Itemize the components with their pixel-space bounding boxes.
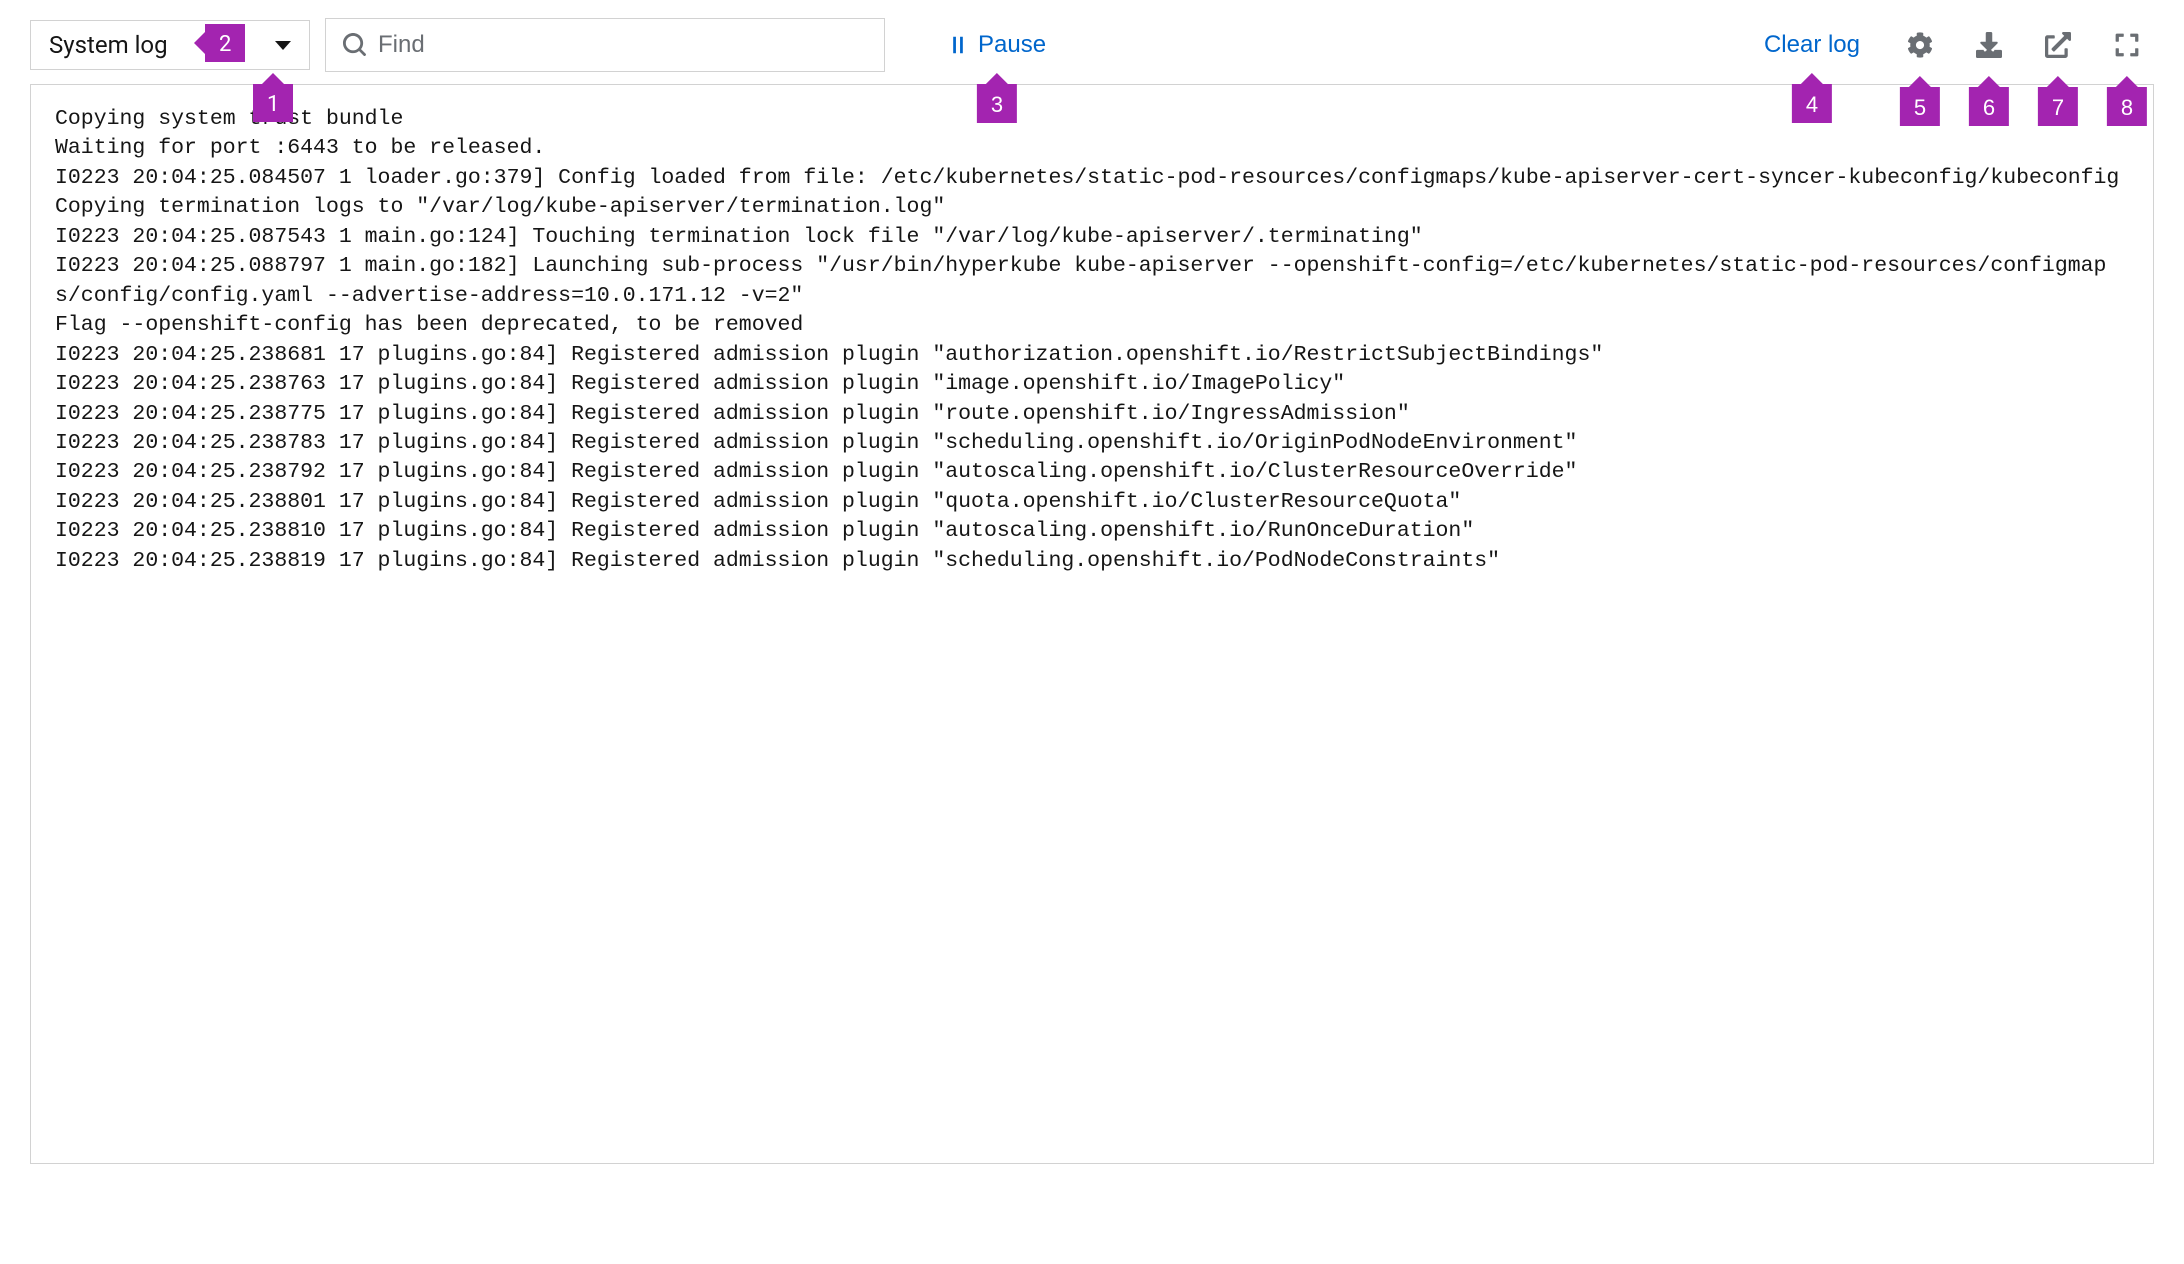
search-icon [342,33,366,57]
fullscreen-button[interactable]: 8 [2100,24,2154,66]
clear-log-button[interactable]: Clear log 4 [1746,21,1878,69]
annotation-5: 5 [1900,87,1940,126]
clear-log-label: Clear log [1764,31,1860,59]
log-source-dropdown[interactable]: System log 1 [30,20,310,70]
expand-icon [2114,32,2140,58]
annotation-2: 2 [205,24,245,62]
external-link-icon [2045,32,2071,58]
find-input[interactable] [366,31,868,59]
annotation-8: 8 [2107,87,2147,126]
log-source-label: System log [49,31,168,59]
annotation-1: 1 [253,84,293,122]
log-text: Copying system trust bundle Waiting for … [55,105,2129,576]
gear-icon [1907,32,1933,58]
options-button[interactable]: 5 [1893,24,1947,66]
download-icon [1976,32,2002,58]
find-input-wrapper: 2 [325,18,885,72]
log-panel: Copying system trust bundle Waiting for … [30,84,2154,1164]
pause-icon [948,34,968,56]
annotation-3: 3 [977,84,1017,123]
pause-label: Pause [978,31,1046,59]
annotation-4: 4 [1792,84,1832,123]
annotation-6: 6 [1969,87,2009,126]
annotation-7: 7 [2038,87,2078,126]
log-toolbar: System log 1 2 Pause 3 Clear log 4 [30,18,2154,84]
download-button[interactable]: 6 [1962,24,2016,66]
pause-button[interactable]: Pause 3 [930,21,1064,69]
open-external-button[interactable]: 7 [2031,24,2085,66]
chevron-down-icon [275,41,291,50]
